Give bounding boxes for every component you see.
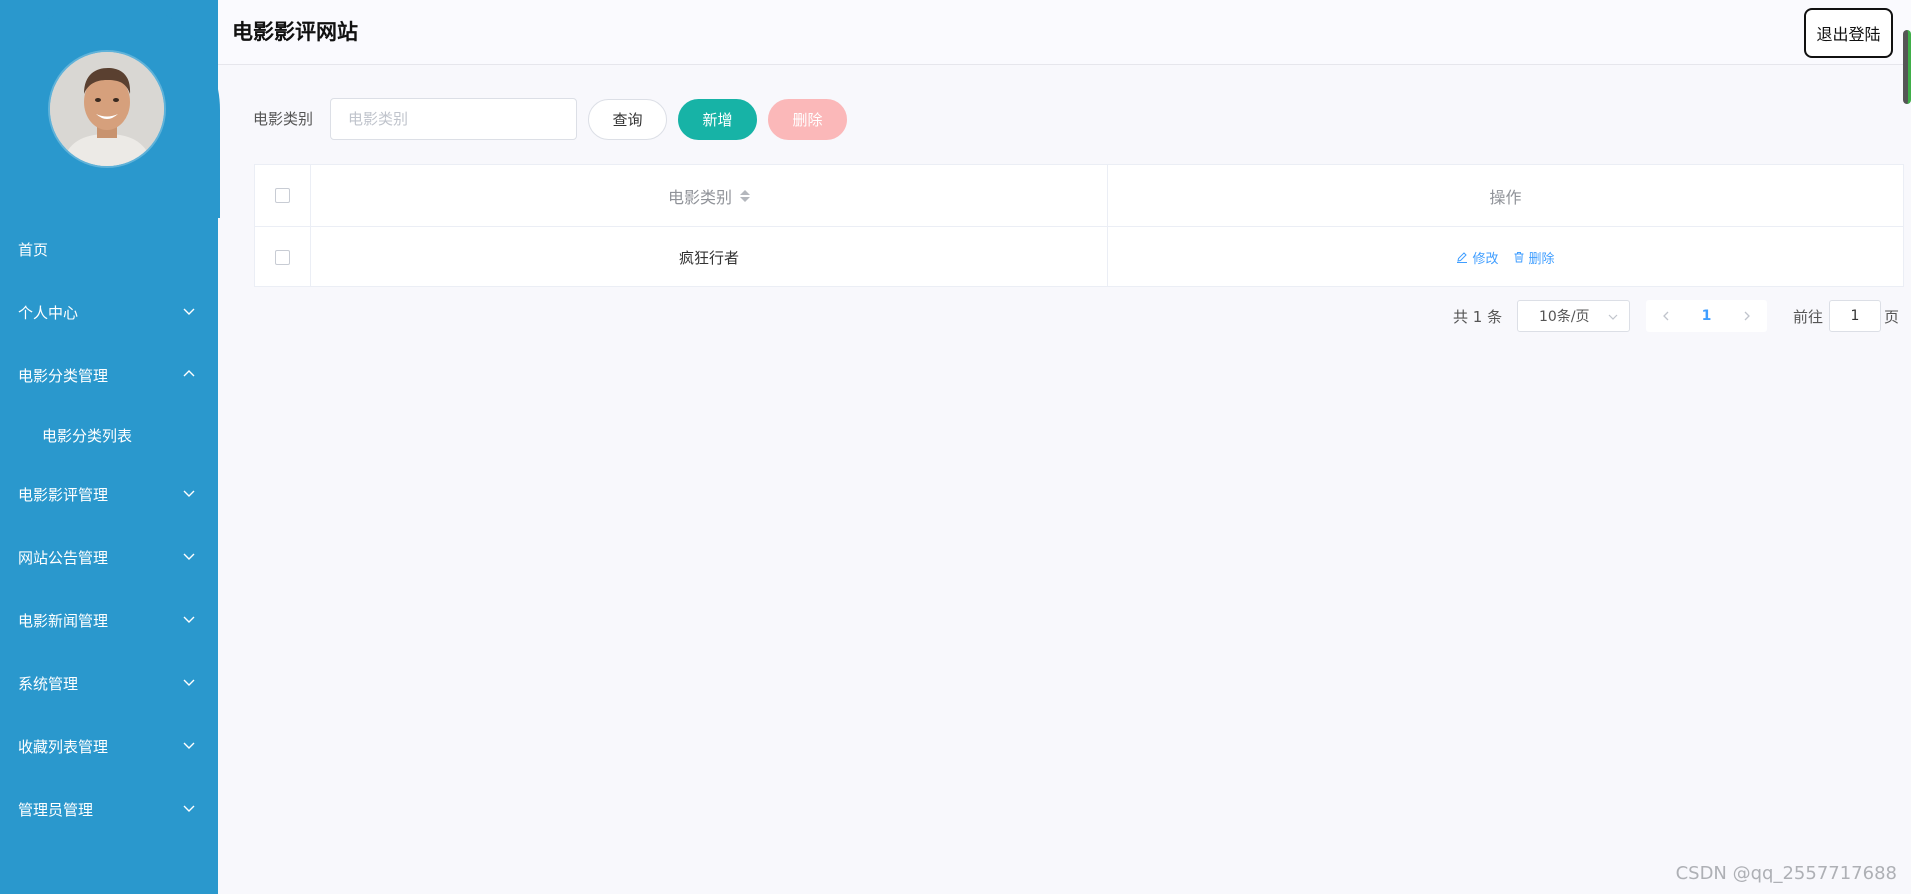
sidebar-item-label: 网站公告管理 [18, 549, 109, 567]
sidebar-subitem-label: 电影分类列表 [42, 426, 133, 445]
chevron-down-icon [183, 553, 195, 560]
sidebar-item-label: 个人中心 [18, 304, 79, 322]
category-table: 电影类别 操作 疯狂行者 修改 删除 [254, 164, 1904, 287]
category-search-input[interactable] [330, 98, 577, 140]
column-header-actions: 操作 [1108, 165, 1903, 226]
sort-icon[interactable] [740, 189, 750, 202]
sidebar-item-label: 电影新闻管理 [18, 612, 109, 630]
next-page-button[interactable] [1741, 310, 1753, 322]
chevron-down-icon [183, 308, 195, 315]
goto-page-input[interactable] [1829, 300, 1881, 332]
sidebar-item-label: 电影分类管理 [18, 367, 109, 385]
chevron-down-icon [183, 490, 195, 497]
logout-button[interactable]: 退出登陆 [1804, 8, 1893, 58]
select-all-checkbox[interactable] [275, 188, 290, 203]
header-checkbox-cell [255, 165, 311, 226]
sidebar-item-movie-news[interactable]: 电影新闻管理 [0, 589, 218, 652]
scrollbar-thumb[interactable] [1903, 30, 1911, 104]
sidebar-item-admins[interactable]: 管理员管理 [0, 778, 218, 841]
site-title: 电影影评网站 [232, 20, 358, 44]
chevron-down-icon [183, 805, 195, 812]
chevron-down-icon [1608, 314, 1618, 320]
sidebar-subitem-category-list[interactable]: 电影分类列表 [0, 407, 218, 463]
column-header-label: 操作 [1489, 187, 1522, 207]
column-header-category[interactable]: 电影类别 [311, 165, 1108, 226]
goto-label: 前往 [1793, 308, 1824, 326]
chevron-up-icon [183, 369, 195, 376]
sidebar-item-personal-center[interactable]: 个人中心 [0, 281, 218, 344]
sidebar-item-label: 系统管理 [18, 675, 79, 693]
pagination-pager: 1 [1646, 300, 1767, 332]
sidebar-menu: 首页 个人中心 电影分类管理 电影分类列表 电影影评管理 网站公告管理 电影新闻… [0, 218, 218, 841]
query-button[interactable]: 查询 [588, 99, 667, 140]
add-button[interactable]: 新增 [678, 99, 757, 140]
sidebar-item-announcements[interactable]: 网站公告管理 [0, 526, 218, 589]
page-suffix: 页 [1884, 308, 1900, 326]
sidebar-item-favorites[interactable]: 收藏列表管理 [0, 715, 218, 778]
actions-cell: 修改 删除 [1108, 227, 1903, 287]
sidebar-item-label: 收藏列表管理 [18, 738, 109, 756]
search-label: 电影类别 [253, 110, 314, 128]
edit-icon [1457, 252, 1468, 263]
sidebar-item-movie-review[interactable]: 电影影评管理 [0, 463, 218, 526]
delete-label: 删除 [1528, 251, 1555, 267]
sidebar-item-home[interactable]: 首页 [0, 218, 218, 281]
page: 首页 个人中心 电影分类管理 电影分类列表 电影影评管理 网站公告管理 电影新闻… [0, 0, 1911, 894]
sidebar-item-label: 电影影评管理 [18, 486, 109, 504]
edit-label: 修改 [1472, 251, 1499, 267]
trash-icon [1514, 252, 1523, 263]
chevron-down-icon [183, 742, 195, 749]
avatar[interactable] [50, 52, 164, 166]
page-size-select[interactable]: 10条/页 [1517, 300, 1630, 332]
avatar-image [50, 52, 164, 166]
table-row: 疯狂行者 修改 删除 [255, 227, 1903, 287]
sidebar-item-system[interactable]: 系统管理 [0, 652, 218, 715]
sidebar: 首页 个人中心 电影分类管理 电影分类列表 电影影评管理 网站公告管理 电影新闻… [0, 0, 220, 894]
pagination-total: 共 1 条 [1453, 308, 1503, 326]
batch-delete-button[interactable]: 删除 [768, 99, 847, 140]
category-value: 疯狂行者 [678, 248, 739, 267]
sidebar-item-label: 管理员管理 [18, 801, 94, 819]
edit-link[interactable]: 修改 [1456, 248, 1499, 267]
top-header: 电影影评网站 退出登陆 [218, 0, 1911, 65]
row-checkbox-cell [255, 227, 311, 287]
column-header-label: 电影类别 [667, 187, 732, 207]
table-header-row: 电影类别 操作 [255, 165, 1903, 227]
sidebar-item-movie-category[interactable]: 电影分类管理 [0, 344, 218, 407]
prev-page-button[interactable] [1660, 310, 1672, 322]
sidebar-item-label: 首页 [18, 241, 49, 259]
watermark: CSDN @qq_2557717688 [1675, 863, 1897, 884]
row-checkbox[interactable] [275, 249, 290, 265]
chevron-left-icon [1663, 311, 1669, 321]
chevron-right-icon [1744, 311, 1750, 321]
chevron-down-icon [183, 616, 195, 623]
category-cell: 疯狂行者 [311, 227, 1108, 287]
delete-link[interactable]: 删除 [1513, 248, 1555, 267]
page-size-value: 10条/页 [1539, 309, 1590, 325]
chevron-down-icon [183, 679, 195, 686]
page-number-current[interactable]: 1 [1702, 308, 1712, 324]
